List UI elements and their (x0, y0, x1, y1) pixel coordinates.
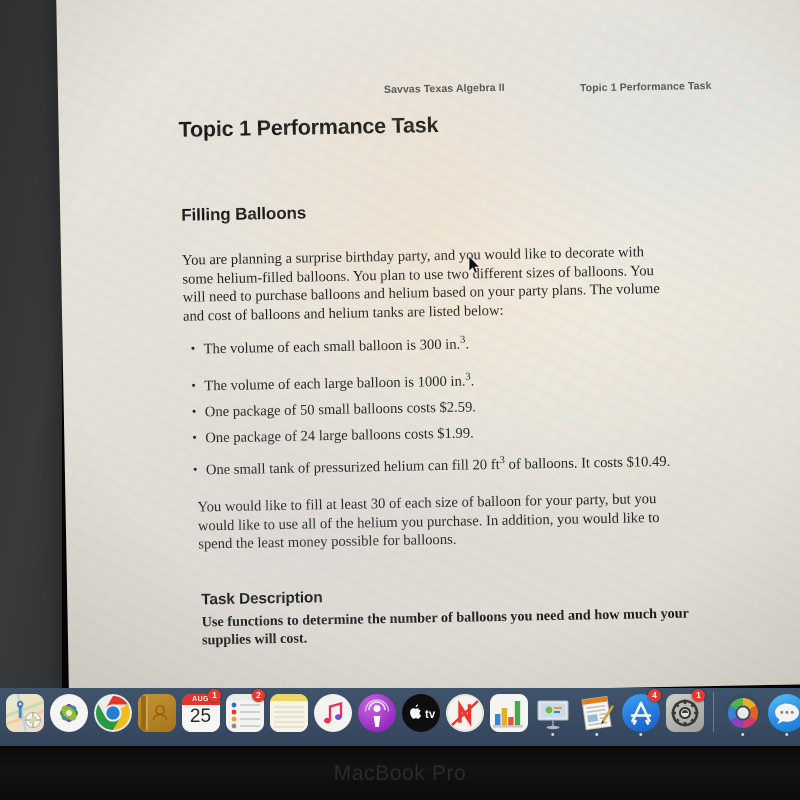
list-item: The volume of each large balloon is 1000… (191, 368, 691, 395)
pages-icon (578, 694, 616, 732)
photo-of-macbook-screen: Savvas Texas Algebra II Topic 1 Performa… (0, 0, 800, 800)
dock-item-maps[interactable] (4, 690, 45, 736)
dock-item-keynote[interactable] (532, 690, 573, 736)
dock-item-numbers[interactable] (488, 690, 529, 736)
running-indicator (594, 732, 599, 736)
svg-text:tv: tv (425, 709, 436, 721)
laptop-screen: Savvas Texas Algebra II Topic 1 Performa… (0, 0, 800, 700)
apple-tv-icon: tv (401, 694, 440, 732)
notes-icon (269, 694, 308, 732)
laptop-chin: MacBook Pro (0, 746, 800, 800)
podcasts-icon (357, 694, 396, 732)
document-page: Savvas Texas Algebra II Topic 1 Performa… (56, 0, 800, 698)
intro-paragraph: You are planning a surprise birthday par… (181, 244, 660, 325)
page-title: Topic 1 Performance Task (178, 113, 439, 142)
numbers-icon (489, 694, 528, 732)
dock-item-pages[interactable] (576, 690, 617, 736)
news-icon (445, 694, 484, 732)
list-item-text: One small tank of pressurized helium can… (205, 456, 500, 479)
dock-item-photos[interactable] (48, 690, 89, 736)
messages-icon (767, 694, 800, 732)
task-description-body: Use functions to determine the number of… (201, 605, 689, 649)
reminders-badge: 2 (252, 689, 265, 702)
macbook-pro-brand-label: MacBook Pro (333, 762, 467, 785)
dock-item-music[interactable] (312, 690, 353, 736)
dock-item-system-preferences[interactable]: 1 (664, 689, 705, 736)
photos-wheel-icon (723, 694, 762, 732)
dock-item-app-store[interactable]: 4 (620, 689, 661, 736)
contacts-icon (137, 694, 176, 732)
running-indicator (638, 732, 643, 736)
list-item: The volume of each small balloon is 300 … (191, 331, 691, 358)
list-item-tail: . (465, 336, 470, 353)
list-item-tail: of balloons. It costs $10.49. (504, 453, 671, 473)
calendar-badge: 1 (208, 689, 221, 702)
document-content: Savvas Texas Algebra II Topic 1 Performa… (56, 0, 800, 698)
list-item-text: One package of 24 large balloons costs $… (205, 425, 474, 447)
dock-item-apple-tv[interactable]: tv (400, 690, 441, 736)
dock-item-news[interactable] (444, 690, 485, 736)
list-item-tail: . (470, 373, 475, 390)
list-item: One small tank of pressurized helium can… (193, 452, 693, 479)
chrome-icon (93, 694, 132, 732)
mouse-cursor-icon (468, 255, 481, 274)
app-store-badge: 4 (648, 689, 661, 702)
calendar-day: 25 (189, 706, 212, 727)
section-heading: Filling Balloons (181, 203, 307, 225)
dock-item-messages[interactable] (766, 690, 800, 736)
facts-list: The volume of each small balloon is 300 … (191, 331, 693, 479)
running-indicator (550, 732, 555, 736)
task-description-heading: Task Description (201, 589, 323, 609)
system-preferences-badge: 1 (692, 689, 705, 702)
dock-item-reminders[interactable]: 2 (224, 689, 265, 736)
running-head-left: Savvas Texas Algebra II (383, 81, 505, 97)
dock-item-google-chrome[interactable] (92, 690, 133, 736)
running-head-right: Topic 1 Performance Task (579, 80, 712, 95)
keynote-icon (534, 694, 572, 732)
dock-item-contacts[interactable] (136, 690, 177, 736)
dock-item-photos-recent[interactable] (722, 690, 763, 736)
list-item-text: The volume of each large balloon is 1000… (204, 373, 466, 395)
dock-item-podcasts[interactable] (356, 690, 397, 736)
dock-item-notes[interactable] (268, 690, 309, 736)
list-item: One package of 24 large balloons costs $… (192, 420, 692, 447)
photos-icon (49, 694, 88, 732)
running-indicator (784, 732, 789, 736)
dock-separator (713, 692, 714, 732)
list-item-text: The volume of each small balloon is 300 … (203, 336, 461, 358)
closing-paragraph: You would like to fill at least 30 of ea… (197, 491, 660, 553)
music-icon (313, 694, 352, 732)
running-head: Savvas Texas Algebra II Topic 1 Performa… (58, 76, 800, 106)
running-indicator (740, 732, 745, 736)
list-item: One package of 50 small balloons costs $… (192, 394, 692, 421)
maps-icon (5, 694, 44, 732)
dock-item-calendar[interactable]: AUG 25 1 (180, 689, 221, 736)
list-item-text: One package of 50 small balloons costs $… (204, 399, 477, 421)
macos-dock: AUG 25 1 2 tv 4 1 (0, 688, 800, 746)
